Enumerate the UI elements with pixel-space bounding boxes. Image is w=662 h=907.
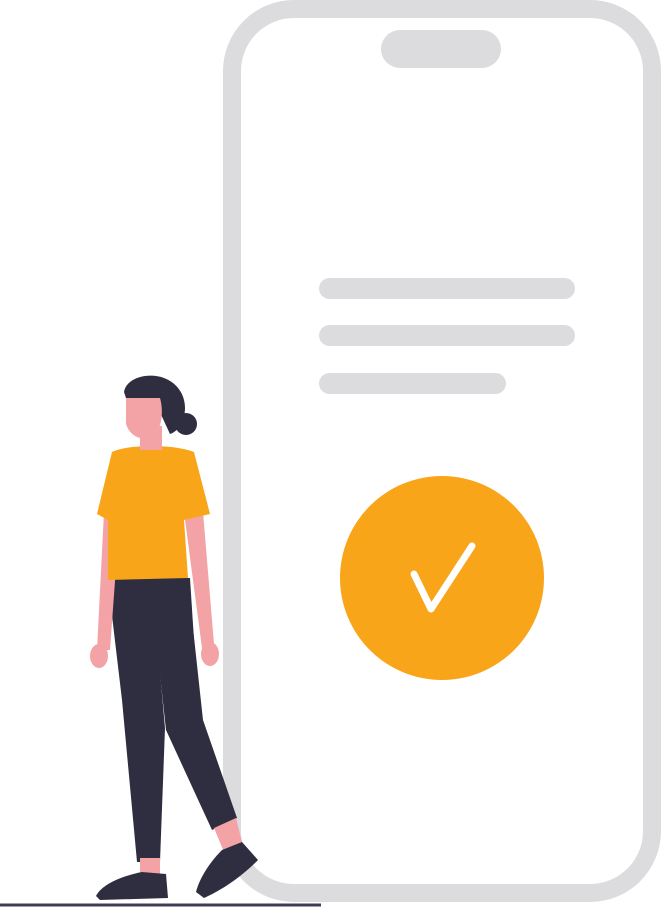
person-hand-right xyxy=(201,642,219,666)
person-hand-left xyxy=(90,644,108,668)
illustration-canvas xyxy=(0,0,661,907)
placeholder-line-2 xyxy=(319,325,575,346)
phone-frame xyxy=(223,0,661,902)
success-circle xyxy=(340,476,544,680)
placeholder-line-3 xyxy=(319,373,506,394)
placeholder-line-1 xyxy=(319,278,575,299)
person-shoe-left xyxy=(96,872,168,900)
phone-notch xyxy=(381,30,501,68)
success-badge xyxy=(340,476,544,680)
phone-outline-icon xyxy=(223,0,661,902)
illustration xyxy=(0,0,662,907)
